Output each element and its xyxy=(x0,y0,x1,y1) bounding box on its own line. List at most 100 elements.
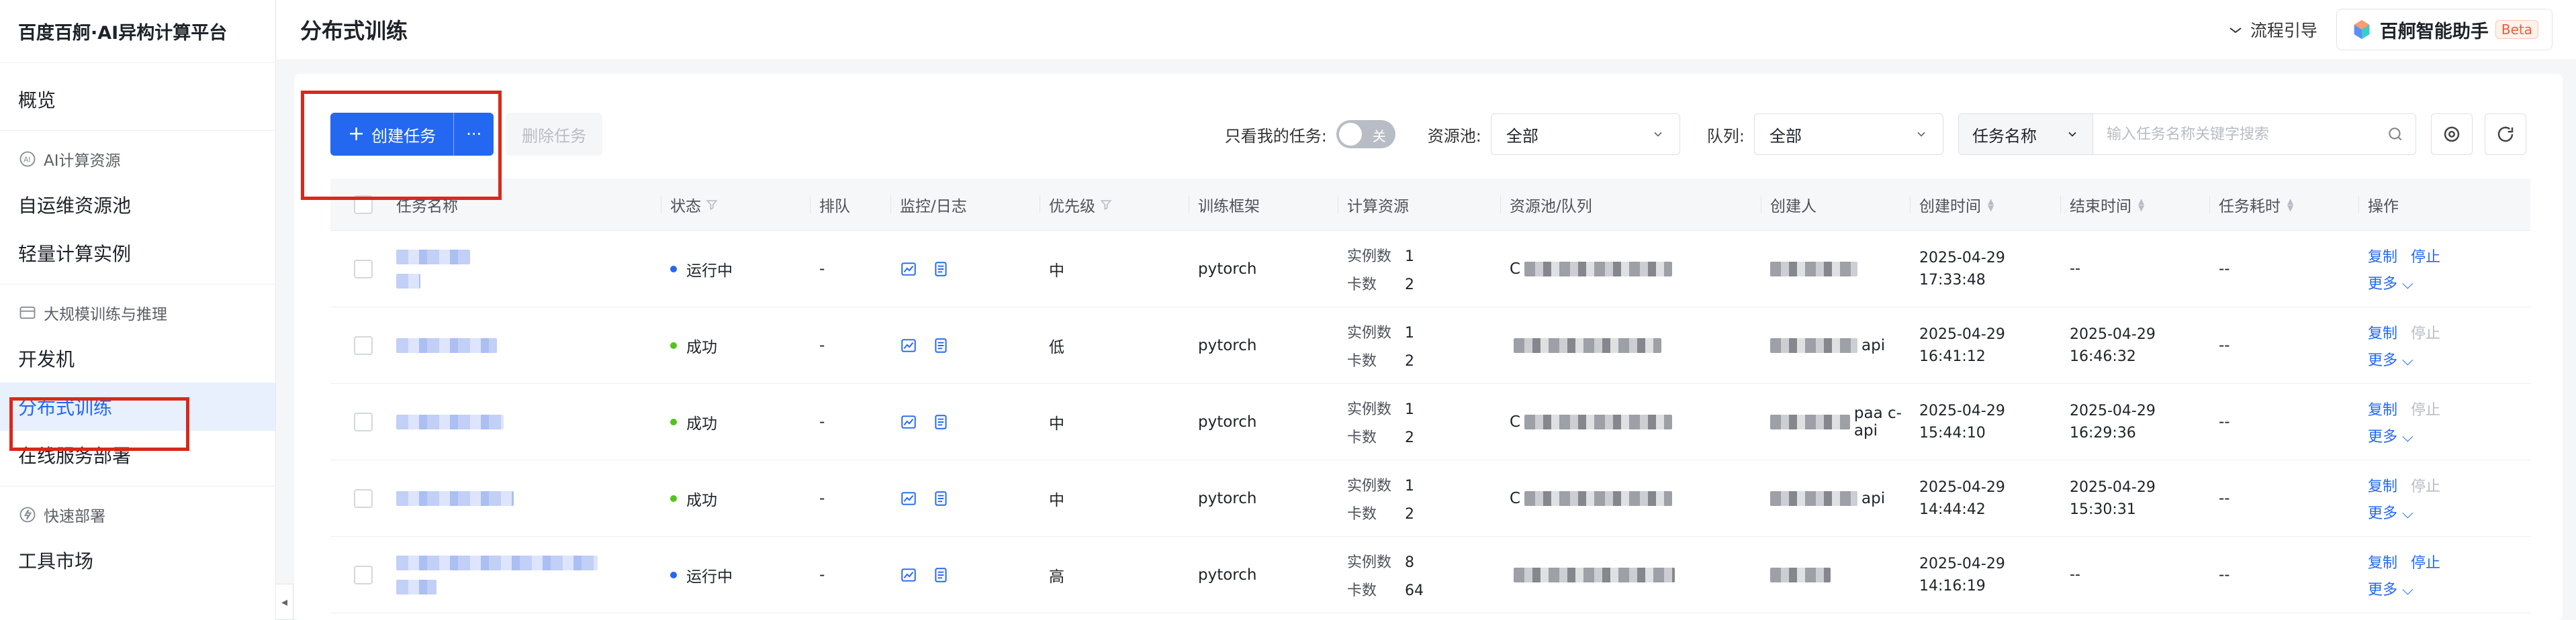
log-document-icon[interactable] xyxy=(932,566,950,584)
table-row[interactable]: 运行中 - 中 pytorch 实例数 1 卡数 2 C 2025-04-29 17:… xyxy=(330,231,2530,307)
row-checkbox[interactable] xyxy=(354,565,373,584)
pool-queue-cell[interactable] xyxy=(1510,307,1770,383)
queue-select[interactable]: 全部 xyxy=(1754,113,1943,155)
monitor-chart-icon[interactable] xyxy=(900,566,917,584)
queue-filter-label: 队列: xyxy=(1706,126,1745,146)
create-task-more-button[interactable]: ··· xyxy=(453,113,494,156)
select-all-checkbox[interactable] xyxy=(354,195,373,214)
task-name-link[interactable] xyxy=(396,490,514,506)
create-task-button[interactable]: + 创建任务 xyxy=(330,113,453,156)
more-actions-dropdown[interactable]: 更多 ⌵ xyxy=(2368,425,2440,446)
stop-task-link[interactable]: 停止 xyxy=(2411,398,2440,419)
refresh-button[interactable] xyxy=(2485,113,2526,155)
sidebar-item-online-service[interactable]: 在线服务部署 xyxy=(0,431,275,479)
monitor-chart-icon[interactable] xyxy=(900,260,917,278)
log-document-icon[interactable] xyxy=(932,490,950,507)
refresh-icon xyxy=(2497,126,2514,142)
lightning-icon xyxy=(19,507,36,523)
stop-task-link[interactable]: 停止 xyxy=(2411,245,2440,266)
filter-icon[interactable] xyxy=(705,198,719,211)
task-name-link[interactable] xyxy=(396,555,598,595)
row-actions-line: 复制 停止 xyxy=(2368,321,2440,343)
framework-cell: pytorch xyxy=(1198,537,1347,613)
delete-task-button[interactable]: 删除任务 xyxy=(506,113,603,156)
sort-icon[interactable]: ▲ ▼ xyxy=(2138,197,2144,212)
pool-queue-cell[interactable]: C xyxy=(1510,460,1770,536)
created-time-cell: 2025-04-29 14:16:19 xyxy=(1919,537,2070,613)
task-name-cell[interactable] xyxy=(396,231,670,307)
stop-task-link[interactable]: 停止 xyxy=(2411,551,2440,572)
monitor-chart-icon[interactable] xyxy=(900,337,917,354)
task-name-cell[interactable] xyxy=(396,384,670,460)
sort-icon[interactable]: ▲ ▼ xyxy=(2287,197,2293,212)
pool-queue-cell[interactable]: C xyxy=(1510,384,1770,460)
task-name-link[interactable] xyxy=(396,414,504,429)
task-name-cell[interactable] xyxy=(396,537,670,613)
framework-value: pytorch xyxy=(1198,260,1257,278)
copy-task-link[interactable]: 复制 xyxy=(2368,551,2397,572)
instances-value: 1 xyxy=(1405,401,1414,418)
pool-queue-cell[interactable] xyxy=(1510,537,1770,613)
ai-assistant-button[interactable]: 百舸智能助手 Beta xyxy=(2336,9,2552,50)
task-name-cell[interactable] xyxy=(396,307,670,383)
more-actions-dropdown[interactable]: 更多 ⌵ xyxy=(2368,272,2440,293)
row-checkbox[interactable] xyxy=(354,335,373,355)
row-checkbox[interactable] xyxy=(354,259,373,278)
pool-queue-cell[interactable]: C xyxy=(1510,231,1770,307)
task-name-link[interactable] xyxy=(396,249,470,289)
page-header: 分布式训练 流程引导 百舸智能助手 Beta xyxy=(277,0,2576,59)
monitor-log-cell xyxy=(900,384,1049,460)
more-actions-dropdown[interactable]: 更多 ⌵ xyxy=(2368,348,2440,370)
copy-task-link[interactable]: 复制 xyxy=(2368,321,2397,343)
table-row[interactable]: 成功 - 中 pytorch 实例数 1 卡数 2 C api 2025-04-29… xyxy=(330,460,2530,537)
sidebar-item-label: 工具市场 xyxy=(18,550,94,572)
stop-task-link[interactable]: 停止 xyxy=(2411,474,2440,496)
sidebar-item-tool-market[interactable]: 工具市场 xyxy=(0,536,275,584)
monitor-chart-icon[interactable] xyxy=(900,490,917,507)
monitor-chart-icon[interactable] xyxy=(900,413,917,431)
task-name-cell[interactable] xyxy=(396,460,670,536)
col-creator: 创建人 xyxy=(1761,178,1919,230)
table-row[interactable]: 运行中 - 高 pytorch 实例数 8 卡数 64 2025-04-29 14:1… xyxy=(330,537,2530,613)
resource-block: 实例数 8 卡数 64 xyxy=(1347,550,1424,600)
row-checkbox[interactable] xyxy=(354,412,373,431)
copy-task-link[interactable]: 复制 xyxy=(2368,474,2397,496)
pool-name-redacted xyxy=(1524,414,1673,429)
search-button[interactable] xyxy=(2375,114,2416,154)
sidebar-collapse-handle[interactable]: ◂ xyxy=(276,584,293,620)
sidebar-item-overview[interactable]: 概览 xyxy=(0,75,275,123)
more-actions-dropdown[interactable]: 更多 ⌵ xyxy=(2368,501,2440,523)
task-name-link[interactable] xyxy=(396,338,497,353)
pool-select[interactable]: 全部 xyxy=(1490,113,1680,155)
cards-label: 卡数 xyxy=(1347,352,1377,370)
sort-icon[interactable]: ▲ ▼ xyxy=(1988,197,1994,212)
ended-date: 2025-04-29 xyxy=(2070,478,2156,496)
copy-task-link[interactable]: 复制 xyxy=(2368,245,2397,266)
pool-name-redacted xyxy=(1524,261,1673,276)
sidebar-item-self-managed-pool[interactable]: 自运维资源池 xyxy=(0,180,275,229)
flow-guide-label: 流程引导 xyxy=(2250,21,2317,40)
log-document-icon[interactable] xyxy=(932,337,950,354)
filter-icon[interactable] xyxy=(1099,198,1113,211)
table-row[interactable]: 成功 - 中 pytorch 实例数 1 卡数 2 C paa c-api 2025… xyxy=(330,384,2530,460)
col-separator xyxy=(1910,196,1911,213)
monitor-log-icons xyxy=(900,413,950,431)
sidebar-item-lightweight-instance[interactable]: 轻量计算实例 xyxy=(0,229,275,277)
row-checkbox[interactable] xyxy=(354,488,373,508)
search-type-select[interactable]: 任务名称 xyxy=(1959,114,2093,154)
chevron-down-icon xyxy=(1917,132,1925,137)
search-input[interactable] xyxy=(2093,114,2375,154)
log-document-icon[interactable] xyxy=(932,260,950,278)
sidebar-item-distributed-training[interactable]: 分布式训练 xyxy=(0,382,275,431)
only-mine-toggle[interactable]: 关 xyxy=(1336,120,1395,148)
ended-empty: -- xyxy=(2070,260,2080,277)
sidebar-item-dev-machine[interactable]: 开发机 xyxy=(0,334,275,382)
flow-guide-link[interactable]: 流程引导 xyxy=(2227,17,2317,42)
settings-button[interactable] xyxy=(2431,113,2473,155)
copy-task-link[interactable]: 复制 xyxy=(2368,398,2397,419)
stop-task-link[interactable]: 停止 xyxy=(2411,321,2440,343)
more-actions-dropdown[interactable]: 更多 ⌵ xyxy=(2368,578,2440,599)
log-document-icon[interactable] xyxy=(932,413,950,431)
table-row[interactable]: 成功 - 低 pytorch 实例数 1 卡数 2 api 2025-04-29 16… xyxy=(330,307,2530,384)
cards-label: 卡数 xyxy=(1347,276,1377,293)
